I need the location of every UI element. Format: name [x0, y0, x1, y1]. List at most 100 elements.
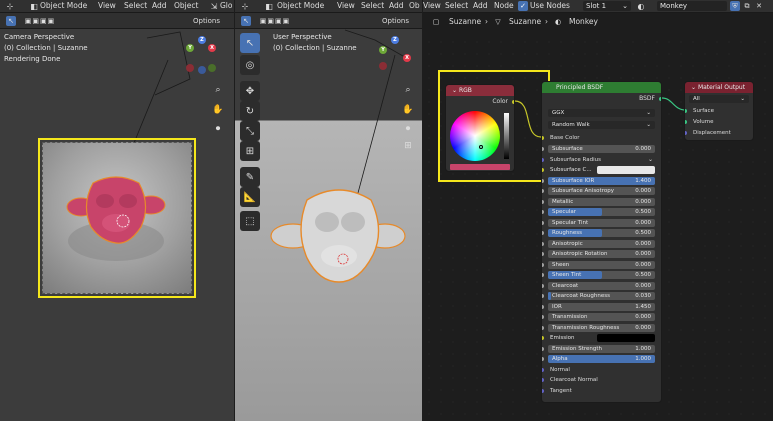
bsdf-output-socket[interactable] — [659, 97, 661, 101]
subsurface-ior-socket[interactable] — [542, 178, 544, 183]
subsurface-c-label: Subsurface C... — [550, 167, 592, 173]
anisotropic-field[interactable]: Anisotropic 0.000 — [548, 239, 655, 248]
surface-label: Surface — [693, 108, 714, 114]
transmission-roughness-field[interactable]: Transmission Roughness 0.000 — [548, 323, 655, 332]
specular-tint-field[interactable]: Specular Tint 0.000 — [548, 218, 655, 227]
subsurface-socket[interactable] — [542, 147, 544, 151]
bsdf-node-header[interactable]: Principled BSDF — [542, 82, 661, 93]
material-output-node[interactable]: ⌄ Material Output All ⌄ Surface Volume Di… — [684, 81, 754, 141]
anisotropic-rotation-field[interactable]: Anisotropic Rotation 0.000 — [548, 250, 655, 258]
specular-tint-socket[interactable] — [542, 220, 544, 225]
emission-strength-field[interactable]: Emission Strength 1.000 — [548, 344, 655, 353]
alpha-field[interactable]: Alpha 1.000 — [548, 355, 655, 363]
gizmo-y-axis[interactable]: Y — [186, 44, 194, 52]
gizmo-x-axis[interactable]: X — [208, 44, 216, 52]
transmission-field[interactable]: Transmission 0.000 — [548, 313, 655, 321]
roughness-field[interactable]: Roughness 0.500 — [548, 229, 655, 237]
emission-field[interactable]: Emission — [548, 334, 655, 342]
subsurface-ior-value: 1.400 — [635, 177, 651, 184]
clearcoat-roughness-fill — [548, 292, 552, 300]
subsurface-method-label: Random Walk — [552, 122, 590, 128]
subsurface-label: Subsurface — [552, 146, 583, 152]
alpha-value: 1.000 — [635, 356, 651, 362]
clearcoat-field[interactable]: Clearcoat 0.000 — [548, 281, 655, 290]
clearcoat-roughness-socket[interactable] — [542, 294, 544, 298]
collapse-chevron-icon[interactable]: ⌄ — [691, 84, 698, 91]
gizmo-neg-z[interactable] — [198, 66, 206, 74]
metallic-field[interactable]: Metallic 0.000 — [548, 197, 655, 206]
base-color-socket[interactable] — [542, 136, 544, 140]
rgb-highlight-box — [438, 70, 550, 182]
distribution-dropdown[interactable]: GGX ⌄ — [548, 109, 655, 117]
subsurface-radius-label: Subsurface Radius — [550, 156, 601, 163]
subsurface-anisotropy-socket[interactable] — [542, 189, 544, 193]
sheen-field[interactable]: Sheen 0.000 — [548, 260, 655, 269]
sheen-tint-socket[interactable] — [542, 273, 544, 277]
subsurface-radius-socket[interactable] — [542, 157, 544, 162]
gizmo-neg-x[interactable] — [186, 64, 194, 72]
ior-label: IOR — [552, 303, 562, 310]
clearcoat-normal-label: Clearcoat Normal — [550, 377, 598, 383]
navigation-gizmo[interactable]: Z Y X — [182, 36, 222, 76]
distribution-label: GGX — [552, 110, 565, 116]
clearcoat-roughness-field[interactable]: Clearcoat Roughness 0.030 — [548, 292, 655, 300]
specular-socket[interactable] — [542, 210, 544, 214]
anisotropic-rotation-socket[interactable] — [542, 252, 544, 256]
subsurface-c-field[interactable]: Subsurface C... — [548, 166, 655, 174]
surface-socket[interactable] — [685, 109, 687, 113]
subsurface-ior-field[interactable]: Subsurface IOR 1.400 — [548, 176, 655, 185]
roughness-value: 0.500 — [635, 230, 651, 236]
anisotropic-value: 0.000 — [635, 240, 651, 247]
subsurface-anisotropy-field[interactable]: Subsurface Anisotropy 0.000 — [548, 187, 655, 195]
chevron-down-icon[interactable]: ⌄ — [648, 156, 653, 164]
clearcoat-normal-socket[interactable] — [542, 378, 544, 382]
displacement-socket[interactable] — [685, 131, 687, 135]
specular-value: 0.500 — [635, 209, 651, 215]
gizmo-z-axis[interactable]: Z — [198, 36, 206, 44]
clearcoat-socket[interactable] — [542, 283, 544, 288]
subsurface-method-dropdown[interactable]: Random Walk ⌄ — [548, 121, 655, 129]
specular-label: Specular — [552, 209, 577, 215]
volume-label: Volume — [693, 119, 714, 125]
volume-socket[interactable] — [685, 120, 687, 124]
transmission-socket[interactable] — [542, 315, 544, 319]
pan-hand-icon[interactable]: ✋ — [212, 104, 224, 116]
tangent-label: Tangent — [550, 387, 572, 394]
tangent-socket[interactable] — [542, 388, 544, 393]
sheen-socket[interactable] — [542, 262, 544, 267]
specular-tint-value: 0.000 — [635, 219, 651, 226]
gizmo-neg-y[interactable] — [208, 64, 216, 72]
emission-strength-label: Emission Strength — [552, 345, 603, 352]
principled-bsdf-node[interactable]: Principled BSDF BSDF GGX ⌄ Random Walk ⌄ B… — [541, 81, 662, 403]
anisotropic-socket[interactable] — [542, 241, 544, 246]
emission-strength-socket[interactable] — [542, 346, 544, 351]
emission-color-swatch[interactable] — [597, 334, 655, 342]
zoom-icon[interactable]: ⌕ — [212, 84, 224, 96]
ior-field[interactable]: IOR 1.450 — [548, 302, 655, 311]
subsurface-c-socket[interactable] — [542, 168, 544, 172]
suzanne-solid — [270, 189, 406, 283]
shader-node-editor[interactable]: View Select Add Node ✓ Use Nodes Slot 1 … — [423, 0, 773, 421]
sheen-tint-field[interactable]: Sheen Tint 0.500 — [548, 271, 655, 279]
transmission-roughness-socket[interactable] — [542, 325, 544, 330]
metallic-socket[interactable] — [542, 199, 544, 204]
target-dropdown[interactable]: All ⌄ — [689, 95, 749, 103]
transmission-roughness-label: Transmission Roughness — [552, 324, 620, 331]
ior-socket[interactable] — [542, 304, 544, 309]
specular-tint-label: Specular Tint — [552, 219, 589, 226]
normal-label: Normal — [550, 366, 570, 373]
alpha-socket[interactable] — [542, 357, 544, 361]
specular-field[interactable]: Specular 0.500 — [548, 208, 655, 216]
base-color-label: Base Color — [550, 135, 580, 141]
subsurface-field[interactable]: Subsurface 0.000 — [548, 145, 655, 153]
subsurface-c-color-swatch[interactable] — [597, 166, 655, 174]
render-viewport[interactable]: ⊹ ◧ Object Mode View Select Add Object ⇲… — [0, 0, 234, 421]
emission-socket[interactable] — [542, 336, 544, 340]
3d-viewport[interactable]: ⊹ ◧ Object Mode View Select Add Ob ↖ ▣▣▣… — [235, 0, 422, 421]
sheen-label: Sheen — [552, 261, 570, 268]
output-node-header[interactable]: ⌄ Material Output — [685, 82, 753, 93]
roughness-socket[interactable] — [542, 231, 544, 235]
camera-view-icon[interactable]: ⏺ — [212, 123, 224, 135]
normal-socket[interactable] — [542, 367, 544, 372]
chevron-down-icon: ⌄ — [646, 110, 651, 116]
